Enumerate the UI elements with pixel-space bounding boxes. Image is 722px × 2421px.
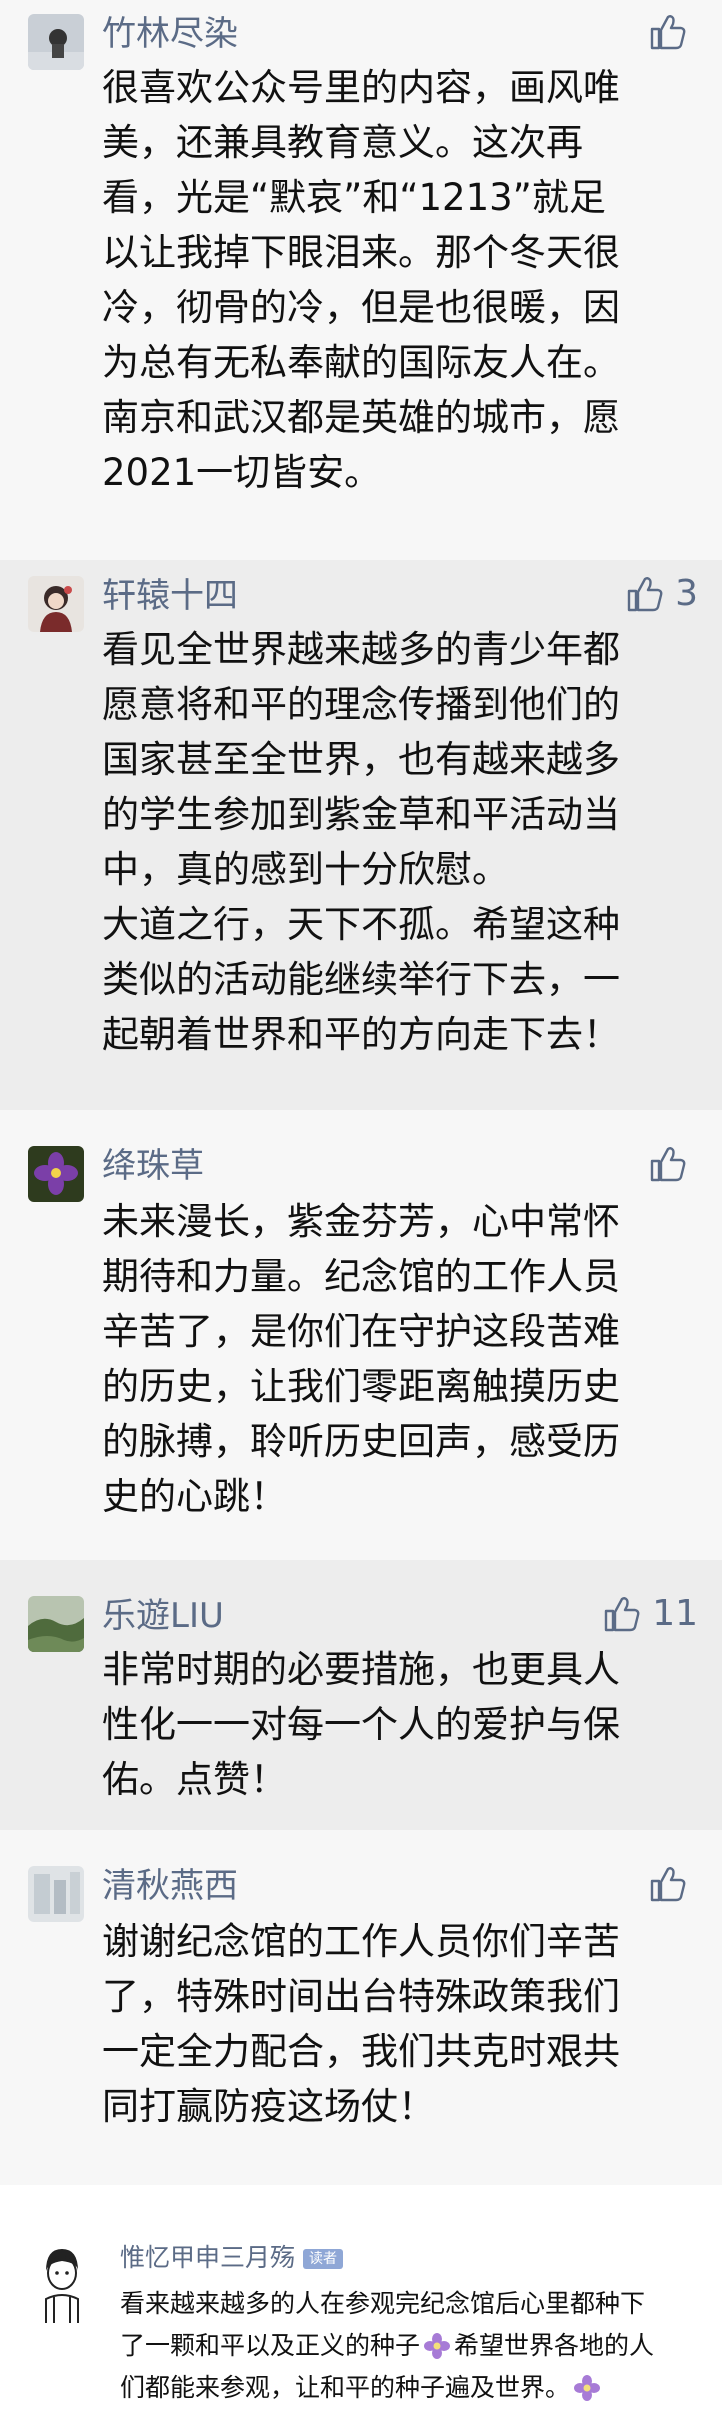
reader-badge: 读者 [303,2249,344,2269]
like-button[interactable] [648,1862,698,1906]
comment-text: 谢谢纪念馆的工作人员你们辛苦 了，特殊时间出台特殊政策我们 一定全力配合，我们共… [102,1914,692,2134]
comment-text: 很喜欢公众号里的内容，画风唯 美，还兼具教育意义。这次再 看，光是“默哀”和“1… [102,60,692,500]
comment-segment: 了一颗和平以及正义的种子 [120,2331,421,2360]
comment-line: 了，特殊时间出台特殊政策我们 [102,1975,620,2018]
avatar[interactable] [28,14,84,70]
comment-line: 看来越来越多的人在参观完纪念馆后心里都种下 [120,2289,646,2318]
comment-line: 中，真的感到十分欣慰。 [102,848,509,891]
comment-line: 的历史，让我们零距离触摸历史 [102,1365,620,1408]
like-button[interactable] [648,10,698,54]
like-count: 3 [675,573,698,614]
comment-author[interactable]: 乐遊LIU [102,1596,224,1636]
comment-line: 大道之行，天下不孤。希望这种 [102,903,620,946]
thumbs-up-icon [604,1597,640,1632]
comment-line: 谢谢纪念馆的工作人员你们辛苦 [102,1920,620,1963]
comment-item: 轩辕十四 3 看见全世界越来越多的青少年都 愿意将和平的理念传播到他们的 国家甚… [0,560,722,1110]
like-count: 11 [652,1593,698,1634]
comment-line: 的学生参加到紫金草和平活动当 [102,793,620,836]
avatar[interactable] [28,1146,84,1202]
comment-line: 佑。点赞！ [102,1758,287,1801]
comment-line: 为总有无私奉献的国际友人在。 [102,341,620,384]
thumbs-up-icon [650,15,686,50]
like-button[interactable]: 11 [602,1592,698,1636]
comment-item: 惟忆甲申三月殇 读者 看来越来越多的人在参观完纪念馆后心里都种下 了一颗和平以及正… [0,2185,722,2421]
comment-text: 看来越来越多的人在参观完纪念馆后心里都种下 了一颗和平以及正义的种子 希望世界各… [120,2283,700,2409]
comment-line: 性化一一对每一个人的爱护与保 [102,1703,620,1746]
comment-line: 的脉搏，聆听历史回声，感受历 [102,1420,620,1463]
comment-item: 乐遊LIU 11 非常时期的必要措施，也更具人 性化一一对每一个人的爱护与保 佑… [0,1560,722,1830]
comment-line: 看见全世界越来越多的青少年都 [102,628,620,671]
comment-line: 一定全力配合，我们共克时艰共 [102,2030,620,2073]
comment-author-name: 惟忆甲申三月殇 [120,2243,296,2272]
avatar[interactable] [28,576,84,632]
comments-page: 竹林尽染 很喜欢公众号里的内容，画风唯 美，还兼具教育意义。这次再 看，光是“默… [0,0,722,2421]
comment-line: 同打赢防疫这场仗！ [102,2085,435,2128]
purple-flower-emoji-icon [424,2333,451,2359]
comment-line: 未来漫长，紫金芬芳，心中常怀 [102,1200,620,1243]
avatar[interactable] [28,1596,84,1652]
thumbs-up-icon [650,1147,686,1182]
comment-item: 清秋燕西 谢谢纪念馆的工作人员你们辛苦 了，特殊时间出台特殊政策我们 一定全力配… [0,1830,722,2185]
comment-author[interactable]: 绛珠草 [102,1146,204,1186]
comment-line: 起朝着世界和平的方向走下去！ [102,1013,620,1056]
thumbs-up-icon [650,1867,686,1902]
comment-line: 辛苦了，是你们在守护这段苦难 [102,1310,620,1353]
comment-line: 们都能来参观，让和平的种子遍及世界。 [120,2367,700,2409]
avatar[interactable] [28,1866,84,1922]
comment-author[interactable]: 竹林尽染 [102,14,238,54]
comment-line: 冷，彻骨的冷，但是也很暖，因 [102,286,620,329]
avatar[interactable] [26,2241,98,2323]
comment-author[interactable]: 惟忆甲申三月殇 读者 [120,2243,344,2273]
like-button[interactable] [648,1142,698,1186]
comment-line: 南京和武汉都是英雄的城市，愿 [102,396,620,439]
comment-line: 2021一切皆安。 [102,451,382,494]
comment-line: 以让我掉下眼泪来。那个冬天很 [102,231,620,274]
comment-author[interactable]: 轩辕十四 [102,576,238,616]
thumbs-up-icon [627,577,663,612]
comment-segment: 们都能来参观，让和平的种子遍及世界。 [120,2373,571,2402]
comment-item: 竹林尽染 很喜欢公众号里的内容，画风唯 美，还兼具教育意义。这次再 看，光是“默… [0,0,722,560]
comment-line: 美，还兼具教育意义。这次再 [102,121,583,164]
comment-line: 期待和力量。纪念馆的工作人员 [102,1255,620,1298]
comment-line: 看，光是“默哀”和“1213”就足 [102,176,606,219]
comment-item: 绛珠草 未来漫长，紫金芬芳，心中常怀 期待和力量。纪念馆的工作人员 辛苦了，是你… [0,1110,722,1560]
like-button[interactable]: 3 [625,572,698,616]
comment-text: 未来漫长，紫金芬芳，心中常怀 期待和力量。纪念馆的工作人员 辛苦了，是你们在守护… [102,1194,692,1524]
comment-line: 国家甚至全世界，也有越来越多 [102,738,620,781]
comment-line: 类似的活动能继续举行下去，一 [102,958,620,1001]
comment-line: 了一颗和平以及正义的种子 希望世界各地的人 [120,2325,700,2367]
comment-line: 愿意将和平的理念传播到他们的 [102,683,620,726]
comment-author[interactable]: 清秋燕西 [102,1866,238,1906]
comment-text: 非常时期的必要措施，也更具人 性化一一对每一个人的爱护与保 佑。点赞！ [102,1642,692,1807]
comment-line: 史的心跳！ [102,1475,287,1518]
comment-text: 看见全世界越来越多的青少年都 愿意将和平的理念传播到他们的 国家甚至全世界，也有… [102,622,692,1062]
comment-segment: 希望世界各地的人 [454,2331,655,2360]
comment-line: 非常时期的必要措施，也更具人 [102,1648,620,1691]
purple-flower-emoji-icon [574,2375,601,2401]
comment-line: 很喜欢公众号里的内容，画风唯 [102,66,620,109]
